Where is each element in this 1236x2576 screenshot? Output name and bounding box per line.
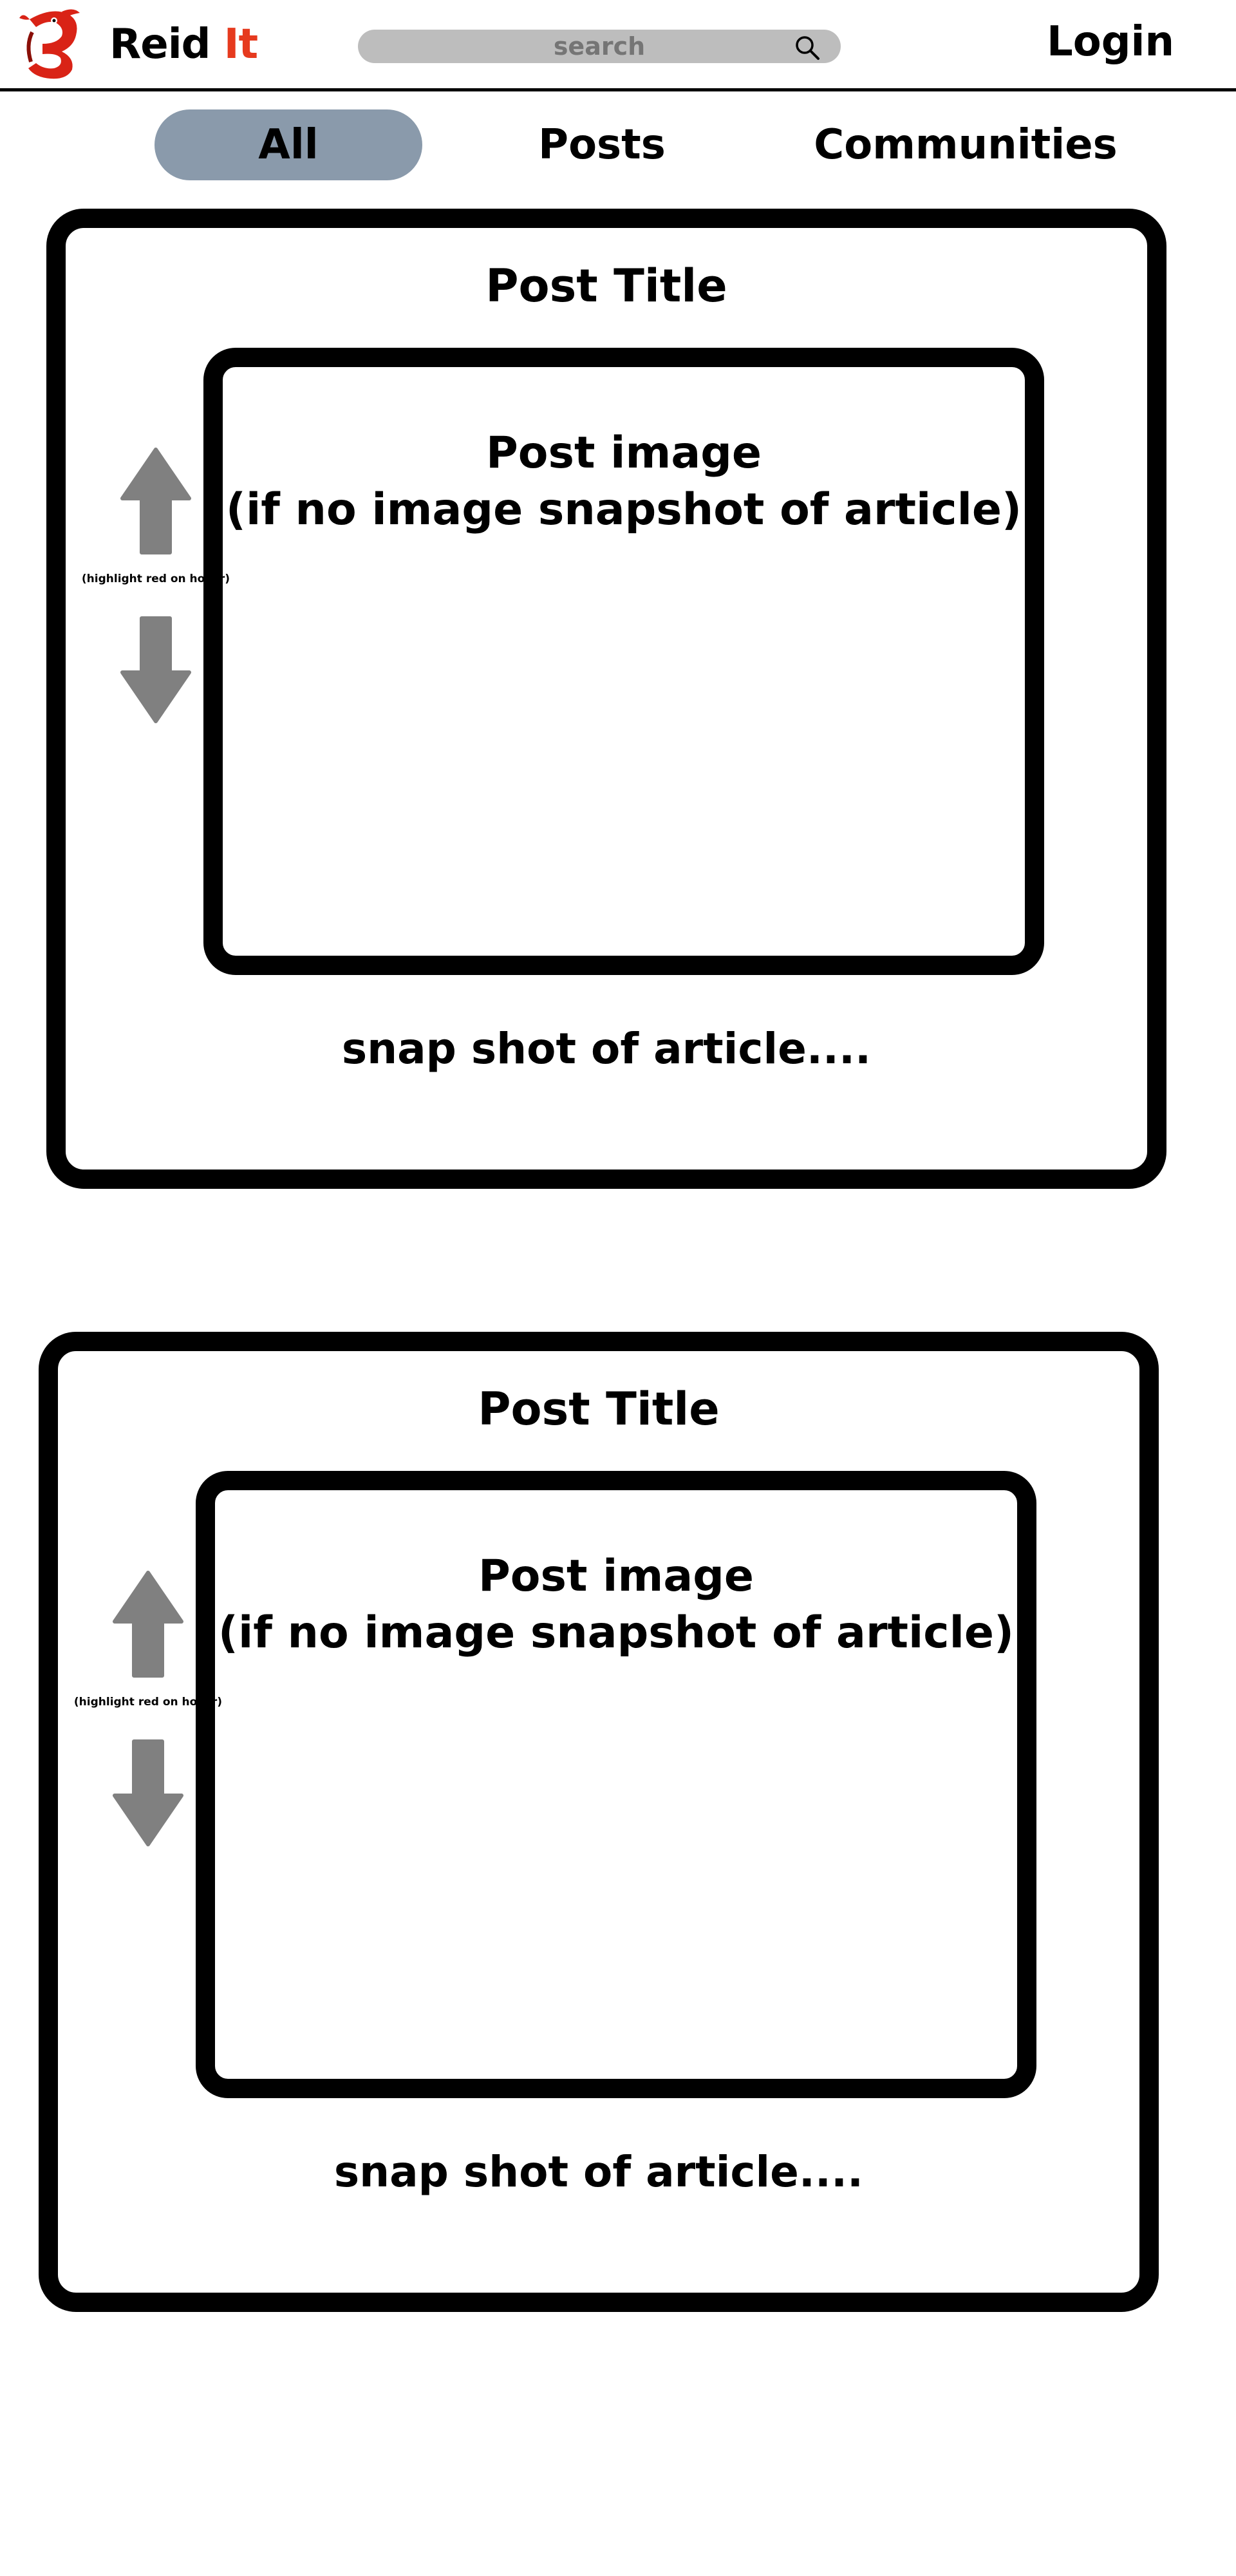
brand-accent-text: It: [223, 21, 258, 68]
upvote-arrow-icon[interactable]: [109, 1570, 187, 1680]
search-input[interactable]: search: [358, 30, 841, 63]
login-button[interactable]: Login: [1004, 17, 1217, 67]
upvote-arrow-icon[interactable]: [117, 447, 194, 556]
post-image-caption: Post image (if no image snapshot of arti…: [215, 1548, 1017, 1662]
tab-communities[interactable]: Communities: [792, 109, 1139, 180]
mascot-logo-icon[interactable]: [17, 6, 88, 80]
post-image-label: Post image: [485, 428, 762, 478]
tab-posts[interactable]: Posts: [502, 109, 702, 180]
post-title[interactable]: Post Title: [66, 257, 1147, 315]
post-snapshot-text[interactable]: snap shot of article....: [58, 2143, 1139, 2201]
post-card[interactable]: Post Title (highlight red on hover) Post…: [39, 1332, 1159, 2312]
post-snapshot-text[interactable]: snap shot of article....: [66, 1020, 1147, 1078]
post-image-note: (if no image snapshot of article): [218, 1607, 1015, 1658]
search-bar[interactable]: search: [358, 30, 841, 63]
tab-all[interactable]: All: [154, 109, 422, 180]
search-icon[interactable]: [793, 33, 821, 62]
top-header: Reid It search Login: [0, 0, 1236, 91]
filter-tabs: All Posts Communities: [0, 91, 1236, 201]
downvote-arrow-icon[interactable]: [117, 614, 194, 724]
brand-main-text: Reid: [109, 21, 224, 68]
brand-name[interactable]: Reid It: [109, 19, 258, 70]
post-card[interactable]: Post Title (highlight red on hover) Post…: [46, 209, 1166, 1189]
post-title[interactable]: Post Title: [58, 1380, 1139, 1438]
post-image-frame[interactable]: Post image (if no image snapshot of arti…: [203, 348, 1044, 975]
downvote-arrow-icon[interactable]: [109, 1738, 187, 1847]
post-image-note: (if no image snapshot of article): [225, 484, 1022, 535]
post-image-frame[interactable]: Post image (if no image snapshot of arti…: [196, 1471, 1036, 2098]
post-image-label: Post image: [478, 1551, 754, 1602]
post-image-caption: Post image (if no image snapshot of arti…: [223, 425, 1025, 538]
